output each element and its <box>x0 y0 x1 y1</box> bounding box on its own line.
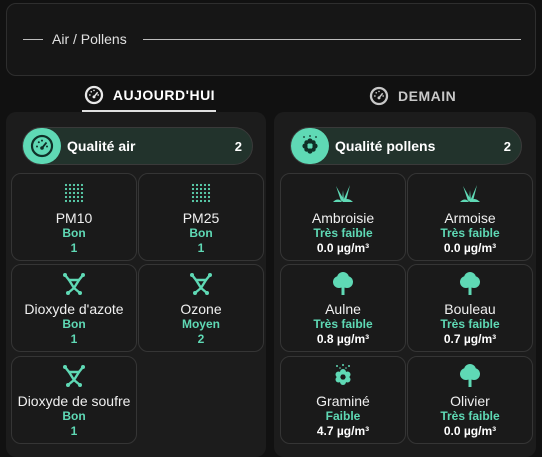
pollen-item-name: Graminé <box>316 393 370 409</box>
molecule-icon <box>63 365 85 387</box>
pollen-item-name: Olivier <box>450 393 490 409</box>
pollen-item-level: Très faible <box>440 409 500 423</box>
particles-icon <box>191 183 211 203</box>
particles-icon <box>64 183 84 203</box>
air-item-level: Moyen <box>181 317 220 331</box>
pollen-quality-summary[interactable]: Qualité pollens 2 <box>290 127 522 165</box>
pollen-item-value: 0.0 µg/m³ <box>443 424 497 438</box>
flower-icon <box>335 364 351 385</box>
air-item-so2[interactable]: Dioxyde de soufre Bon 1 <box>11 356 137 444</box>
air-item-level: Bon <box>189 226 213 240</box>
pollen-item-armoise[interactable]: Armoise Très faible 0.0 µg/m³ <box>407 173 533 261</box>
pollen-item-name: Armoise <box>444 210 496 226</box>
air-item-value: 1 <box>70 424 78 438</box>
air-item-value: 1 <box>70 241 78 255</box>
grass-icon <box>333 185 353 202</box>
air-item-pm25[interactable]: PM25 Bon 1 <box>138 173 264 261</box>
tab-tomorrow[interactable]: DEMAIN <box>368 80 468 112</box>
gauge-icon <box>84 85 104 105</box>
air-item-level: Bon <box>62 317 86 331</box>
air-item-value: 2 <box>197 332 205 346</box>
pollen-item-level: Très faible <box>440 317 500 331</box>
air-item-name: Dioxyde de soufre <box>17 393 131 409</box>
tab-tomorrow-label: DEMAIN <box>398 88 457 104</box>
molecule-icon <box>63 273 85 295</box>
air-item-no2[interactable]: Dioxyde d'azote Bon 1 <box>11 264 137 352</box>
pollen-item-aulne[interactable]: Aulne Très faible 0.8 µg/m³ <box>280 264 406 352</box>
air-item-name: Ozone <box>180 301 222 317</box>
pollen-item-value: 0.0 µg/m³ <box>316 241 370 255</box>
header-divider-left <box>23 39 43 40</box>
pollen-item-name: Aulne <box>325 301 361 317</box>
header-card: Air / Pollens <box>6 3 536 76</box>
tree-icon <box>460 272 480 295</box>
gauge-icon <box>369 86 389 106</box>
pollen-item-level: Très faible <box>313 226 373 240</box>
air-quality-label: Qualité air <box>67 138 136 154</box>
air-item-level: Bon <box>62 409 86 423</box>
pollen-item-gramine[interactable]: Graminé Faible 4.7 µg/m³ <box>280 356 406 444</box>
air-item-value: 1 <box>70 332 78 346</box>
pollen-item-value: 0.8 µg/m³ <box>316 332 370 346</box>
air-quality-count: 2 <box>234 138 242 154</box>
air-item-name: PM10 <box>55 210 93 226</box>
pollen-item-name: Ambroisie <box>311 210 375 226</box>
pollen-quality-count: 2 <box>503 138 511 154</box>
tree-icon <box>333 272 353 295</box>
pollen-item-level: Très faible <box>440 226 500 240</box>
pollen-item-value: 0.7 µg/m³ <box>443 332 497 346</box>
pollen-item-ambroisie[interactable]: Ambroisie Très faible 0.0 µg/m³ <box>280 173 406 261</box>
pollen-item-bouleau[interactable]: Bouleau Très faible 0.7 µg/m³ <box>407 264 533 352</box>
air-item-name: Dioxyde d'azote <box>24 301 124 317</box>
pollen-item-value: 0.0 µg/m³ <box>443 241 497 255</box>
pollen-item-value: 4.7 µg/m³ <box>316 424 370 438</box>
tree-icon <box>460 364 480 387</box>
tab-today-label: AUJOURD'HUI <box>112 87 216 103</box>
grass-icon <box>460 185 480 202</box>
molecule-icon <box>190 273 212 295</box>
flower-icon <box>291 128 329 164</box>
air-item-name: PM25 <box>182 210 220 226</box>
air-item-pm10[interactable]: PM10 Bon 1 <box>11 173 137 261</box>
pollen-item-olivier[interactable]: Olivier Très faible 0.0 µg/m³ <box>407 356 533 444</box>
pollen-item-level: Très faible <box>313 317 373 331</box>
pollen-item-level: Faible <box>325 409 361 423</box>
pollen-quality-label: Qualité pollens <box>335 138 436 154</box>
air-quality-summary[interactable]: Qualité air 2 <box>22 127 253 165</box>
air-item-level: Bon <box>62 226 86 240</box>
pollen-item-name: Bouleau <box>444 301 496 317</box>
air-item-ozone[interactable]: Ozone Moyen 2 <box>138 264 264 352</box>
header-divider-right <box>143 39 521 40</box>
air-item-value: 1 <box>197 241 205 255</box>
gauge-icon <box>23 128 61 164</box>
page-title: Air / Pollens <box>52 31 127 47</box>
tab-today[interactable]: AUJOURD'HUI <box>82 80 216 112</box>
